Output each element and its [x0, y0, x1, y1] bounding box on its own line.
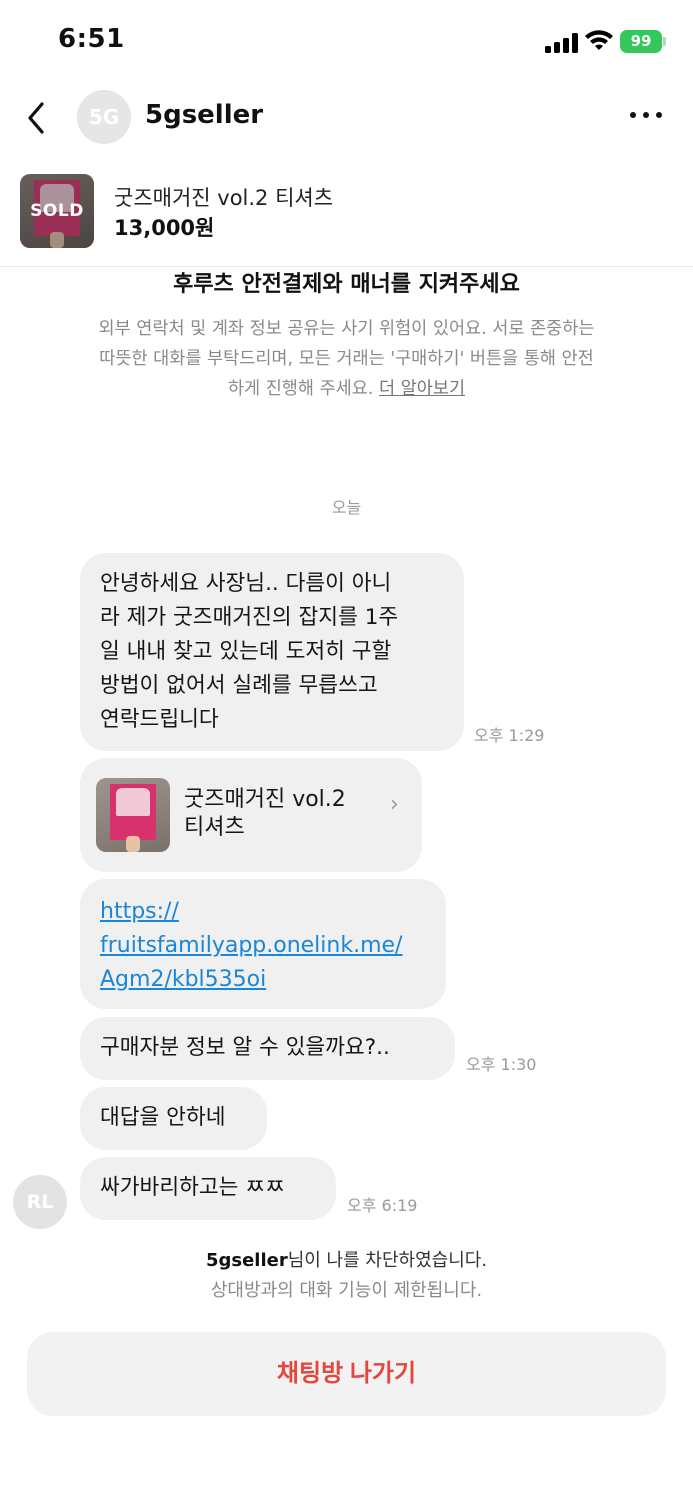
blocked-notice: 5gseller님이 나를 차단하였습니다.	[0, 1246, 693, 1272]
product-image	[110, 784, 156, 840]
product-card-thumbnail	[96, 778, 170, 852]
wifi-icon	[585, 30, 613, 50]
message-bubble: 구매자분 정보 알 수 있을까요?..	[80, 1017, 455, 1080]
chat-partner-name[interactable]: 5gseller	[145, 100, 263, 130]
learn-more-link[interactable]: 더 알아보기	[379, 379, 465, 399]
product-price: 13,000원	[114, 216, 215, 240]
blocked-notice-subtext: 상대방과의 대화 기능이 제한됩니다.	[210, 1280, 483, 1301]
product-card-title: 굿즈매거진 vol.2 티셔츠	[184, 786, 374, 842]
notice-line: 따뜻한 대화를 부탁드리며, 모든 거래는 '구매하기' 버튼을 통해 안전	[99, 349, 594, 369]
leave-chat-button[interactable]: 채팅방 나가기	[27, 1332, 666, 1416]
message-bubble: 안녕하세요 사장님.. 다름이 아니 라 제가 굿즈매거진의 잡지를 1주 일 …	[80, 553, 464, 751]
blocked-notice-text: 님이 나를 차단하였습니다.	[287, 1250, 488, 1271]
more-options-icon[interactable]	[628, 110, 664, 122]
notice-line: 하게 진행해 주세요. 더 알아보기	[50, 374, 643, 404]
message-line: 라 제가 굿즈매거진의 잡지를 1주	[100, 605, 399, 630]
safety-notice-body: 외부 연락처 및 계좌 정보 공유는 사기 위험이 있어요. 서로 존중하는 따…	[50, 314, 643, 404]
message-bubble: 싸가바리하고는 ㅉㅉ	[80, 1157, 336, 1220]
product-image-hand	[126, 836, 140, 852]
link-message-bubble: https:// fruitsfamilyapp.onelink.me/ Agm…	[80, 879, 446, 1009]
message-line: 연락드립니다	[100, 707, 219, 732]
message-line: 일 내내 찾고 있는데 도저히 구할	[100, 639, 392, 664]
seller-avatar[interactable]: 5G	[77, 90, 131, 144]
safety-notice-title: 후루츠 안전결제와 매너를 지켜주세요	[173, 272, 520, 297]
message-link[interactable]: fruitsfamilyapp.onelink.me/	[100, 929, 426, 963]
product-card-line: 굿즈매거진 vol.2	[184, 787, 346, 812]
date-divider: 오늘	[331, 498, 362, 517]
battery-icon: 99	[620, 30, 662, 53]
sold-badge: SOLD	[20, 174, 94, 248]
notice-line-text: 하게 진행해 주세요.	[227, 379, 379, 399]
status-time: 6:51	[58, 24, 125, 54]
message-line: 방법이 없어서 실례를 무릅쓰고	[100, 673, 378, 698]
sender-avatar[interactable]: RL	[13, 1175, 67, 1229]
cellular-signal-icon	[545, 33, 579, 53]
notice-line: 외부 연락처 및 계좌 정보 공유는 사기 위험이 있어요. 서로 존중하는	[98, 319, 595, 339]
message-link[interactable]: https://	[100, 895, 426, 929]
blocked-by-name: 5gseller	[205, 1250, 288, 1271]
message-line: 안녕하세요 사장님.. 다름이 아니	[100, 571, 392, 596]
back-arrow-icon[interactable]	[22, 98, 52, 138]
message-link[interactable]: Agm2/kbl535oi	[100, 963, 426, 997]
message-timestamp: 오후 6:19	[347, 1196, 418, 1215]
product-name[interactable]: 굿즈매거진 vol.2 티셔츠	[114, 182, 333, 212]
message-timestamp: 오후 1:30	[466, 1055, 537, 1074]
battery-cap	[663, 37, 666, 46]
product-thumbnail[interactable]: SOLD	[20, 174, 94, 248]
message-bubble: 대답을 안하네	[80, 1087, 267, 1150]
product-card-line: 티셔츠	[184, 815, 245, 840]
message-timestamp: 오후 1:29	[474, 726, 545, 745]
chevron-right-icon: ›	[390, 792, 399, 817]
